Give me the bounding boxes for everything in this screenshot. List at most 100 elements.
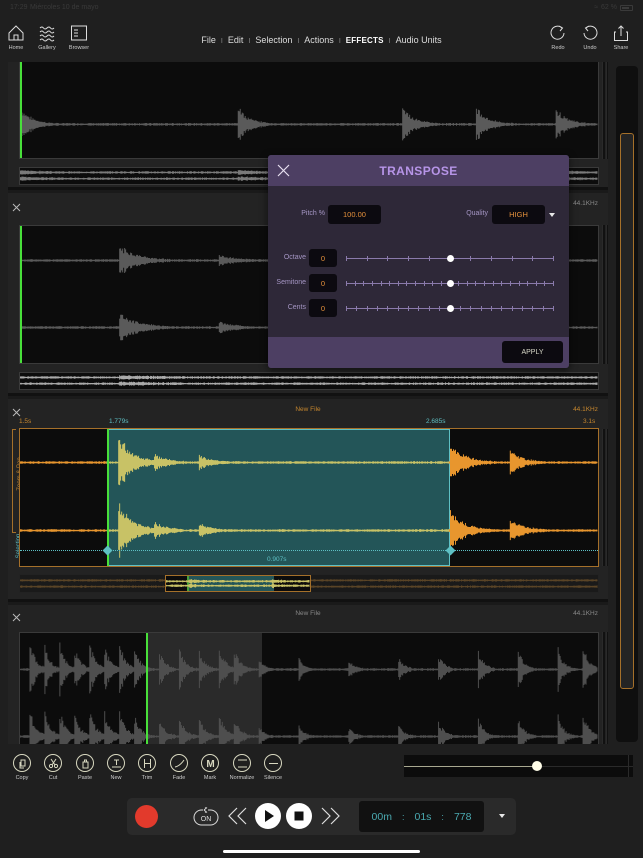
- slider-knob[interactable]: [446, 304, 454, 312]
- slider-tick: [470, 255, 472, 261]
- menu-file[interactable]: File: [201, 35, 216, 45]
- overview-viewport[interactable]: [165, 575, 311, 592]
- slider-tick: [459, 305, 461, 311]
- time-format-dropdown-icon[interactable]: [499, 814, 505, 818]
- octave-slider[interactable]: [346, 253, 554, 263]
- playhead[interactable]: [146, 633, 148, 744]
- paste-tool-button[interactable]: Paste: [70, 754, 100, 781]
- slider-tick: [480, 305, 482, 311]
- normalize-tool-button[interactable]: Normalize: [227, 754, 257, 781]
- slider-knob[interactable]: [446, 254, 454, 262]
- slider-tick: [346, 305, 347, 311]
- slider-knob[interactable]: [446, 279, 454, 287]
- track-3: New File 44.1KHz 1.5s 1.779s 2.685s 3.1s…: [8, 399, 608, 602]
- time-display[interactable]: 00m : 01s : 778: [359, 801, 484, 832]
- dialog-title: TRANSPOSE: [379, 164, 458, 178]
- rewind-button[interactable]: [227, 806, 249, 826]
- overview-strip[interactable]: [19, 574, 599, 593]
- fast-forward-button[interactable]: [319, 806, 341, 826]
- silence-tool-button[interactable]: Silence: [258, 754, 288, 781]
- quality-dropdown-icon[interactable]: [549, 213, 555, 217]
- record-button[interactable]: [135, 805, 158, 828]
- zoom-slider-knob[interactable]: [531, 761, 542, 771]
- loop-toggle-button[interactable]: ON: [193, 804, 219, 828]
- svg-text:M: M: [206, 759, 214, 769]
- waveform-view-selected[interactable]: 0.907s: [19, 428, 599, 567]
- slider-tick: [553, 255, 554, 261]
- slider-tick: [389, 280, 391, 286]
- slider-tick: [428, 305, 430, 311]
- scrollbar-thumb[interactable]: [620, 133, 634, 689]
- apply-button[interactable]: APPLY: [502, 341, 563, 363]
- undo-button[interactable]: Undo: [577, 24, 603, 51]
- playhead[interactable]: [20, 62, 22, 158]
- trim-tool-button[interactable]: Trim: [132, 754, 162, 781]
- semitone-slider[interactable]: [346, 278, 554, 288]
- cents-input[interactable]: 0: [309, 299, 337, 317]
- sample-rate: 44.1KHz: [573, 610, 598, 617]
- copy-icon: [13, 754, 31, 772]
- status-date: Miércoles 10 de mayo: [30, 4, 99, 11]
- menu-separator: I: [220, 38, 223, 45]
- slider-tick: [418, 305, 420, 311]
- fast-forward-icon: [321, 807, 340, 825]
- play-button[interactable]: [255, 803, 281, 829]
- copy-tool-button[interactable]: Copy: [7, 754, 37, 781]
- share-button[interactable]: Share: [608, 24, 634, 51]
- pitch-label: Pitch %: [301, 210, 325, 217]
- dialog-header: TRANSPOSE: [268, 155, 569, 186]
- cut-tool-button[interactable]: Cut: [38, 754, 68, 781]
- close-track-button[interactable]: [12, 199, 21, 212]
- slider-tick: [408, 255, 410, 261]
- cents-slider[interactable]: [346, 303, 554, 313]
- menu-effects[interactable]: EFFECTS: [346, 36, 384, 45]
- slider-tick: [553, 305, 554, 311]
- menu-audio-units[interactable]: Audio Units: [396, 35, 442, 45]
- zoom-slider[interactable]: [404, 755, 633, 777]
- quality-select[interactable]: HIGH: [492, 205, 545, 224]
- status-bar: 17:29 Miércoles 10 de mayo ≈ 62 %: [0, 0, 643, 16]
- redo-label: Redo: [551, 45, 565, 51]
- waveform-path: [20, 642, 598, 744]
- pitch-input[interactable]: 100.00: [328, 205, 381, 224]
- tool-label: Trim: [141, 775, 153, 781]
- slider-tick: [532, 255, 534, 261]
- fade-tool-button[interactable]: Fade: [164, 754, 194, 781]
- track-title: New File: [295, 610, 321, 617]
- slider-tick: [518, 280, 520, 286]
- playhead[interactable]: [20, 226, 22, 363]
- level-meter: [602, 632, 608, 744]
- waveform-view[interactable]: [19, 62, 599, 159]
- mark-tool-button[interactable]: M Mark: [195, 754, 225, 781]
- slider-tick: [511, 255, 513, 261]
- slider-tick: [490, 305, 492, 311]
- top-toolbar: Home Gallery Browser File I Edit I Selection…: [0, 16, 643, 62]
- slider-tick: [535, 280, 537, 286]
- menu-selection[interactable]: Selection: [255, 35, 292, 45]
- waveform-view[interactable]: [19, 632, 599, 744]
- redo-button[interactable]: Redo: [545, 24, 571, 51]
- selection-end-label: 2.685s: [426, 418, 446, 425]
- menu-edit[interactable]: Edit: [228, 35, 244, 45]
- menu-separator: I: [388, 38, 391, 45]
- waveform-path: [106, 439, 450, 558]
- slider-tick: [542, 305, 544, 311]
- share-icon: [614, 25, 628, 41]
- slider-tick: [387, 255, 389, 261]
- new-tool-button[interactable]: New: [101, 754, 131, 781]
- tool-label: Normalize: [229, 775, 255, 781]
- menu-actions[interactable]: Actions: [304, 35, 334, 45]
- vertical-scrollbar[interactable]: [616, 66, 638, 742]
- slider-tick: [458, 280, 460, 286]
- stop-button[interactable]: [286, 803, 312, 829]
- zoom-slider-track: [536, 765, 633, 767]
- overview-strip[interactable]: [19, 372, 599, 390]
- octave-input[interactable]: 0: [309, 249, 337, 267]
- tool-label: New: [110, 775, 122, 781]
- home-indicator: [223, 850, 420, 853]
- semitone-input[interactable]: 0: [309, 274, 337, 292]
- redo-icon: [550, 25, 565, 40]
- fade-icon: [170, 754, 188, 772]
- paste-icon: [76, 754, 94, 772]
- zoom-pan-bracket[interactable]: [12, 429, 16, 533]
